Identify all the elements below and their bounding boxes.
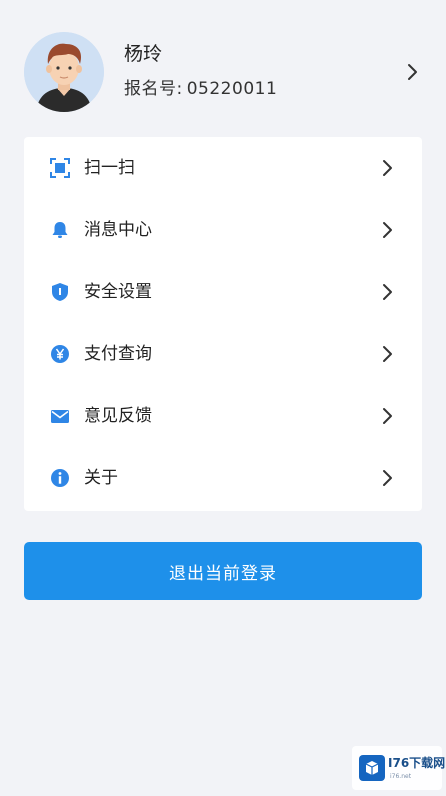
menu-item-label: 扫一扫 xyxy=(84,158,135,178)
chevron-right-icon xyxy=(383,160,392,176)
box-logo-icon xyxy=(359,755,385,781)
scan-icon xyxy=(50,158,70,178)
watermark-text: I76下载网 xyxy=(388,756,446,770)
info-icon xyxy=(51,469,69,487)
watermark-logo: I76下载网 i76.net xyxy=(352,746,446,790)
menu-item-label: 消息中心 xyxy=(84,220,152,240)
chevron-right-icon xyxy=(383,284,392,300)
shield-icon xyxy=(52,283,68,301)
menu-item-security[interactable]: 安全设置 xyxy=(24,261,422,323)
menu-item-label: 关于 xyxy=(84,468,118,488)
menu-item-payment-query[interactable]: 支付查询 xyxy=(24,323,422,385)
yen-icon xyxy=(51,345,69,363)
menu-item-label: 意见反馈 xyxy=(84,406,152,426)
menu-item-feedback[interactable]: 意见反馈 xyxy=(24,385,422,447)
profile-name: 杨玲 xyxy=(124,43,163,65)
avatar xyxy=(24,32,104,112)
menu-item-label: 安全设置 xyxy=(84,282,152,302)
bell-icon xyxy=(52,222,68,238)
chevron-right-icon xyxy=(383,470,392,486)
menu-item-scan[interactable]: 扫一扫 xyxy=(24,137,422,199)
menu-item-messages[interactable]: 消息中心 xyxy=(24,199,422,261)
mail-icon xyxy=(51,410,69,423)
registration-number: 报名号: 05220011 xyxy=(124,77,277,101)
menu-list: 扫一扫 消息中心 安全设置 支付查询 意见反馈 关于 xyxy=(24,137,422,511)
registration-number-value: 05220011 xyxy=(186,79,278,99)
chevron-right-icon xyxy=(383,408,392,424)
chevron-right-icon xyxy=(408,64,417,80)
chevron-right-icon xyxy=(383,346,392,362)
menu-item-label: 支付查询 xyxy=(84,344,152,364)
chevron-right-icon xyxy=(383,222,392,238)
logout-button[interactable]: 退出当前登录 xyxy=(24,542,422,600)
watermark-subtext: i76.net xyxy=(390,773,412,780)
menu-item-about[interactable]: 关于 xyxy=(24,447,422,509)
profile-header[interactable]: 杨玲 报名号: 05220011 xyxy=(0,0,446,140)
registration-number-label: 报名号: xyxy=(124,79,183,99)
